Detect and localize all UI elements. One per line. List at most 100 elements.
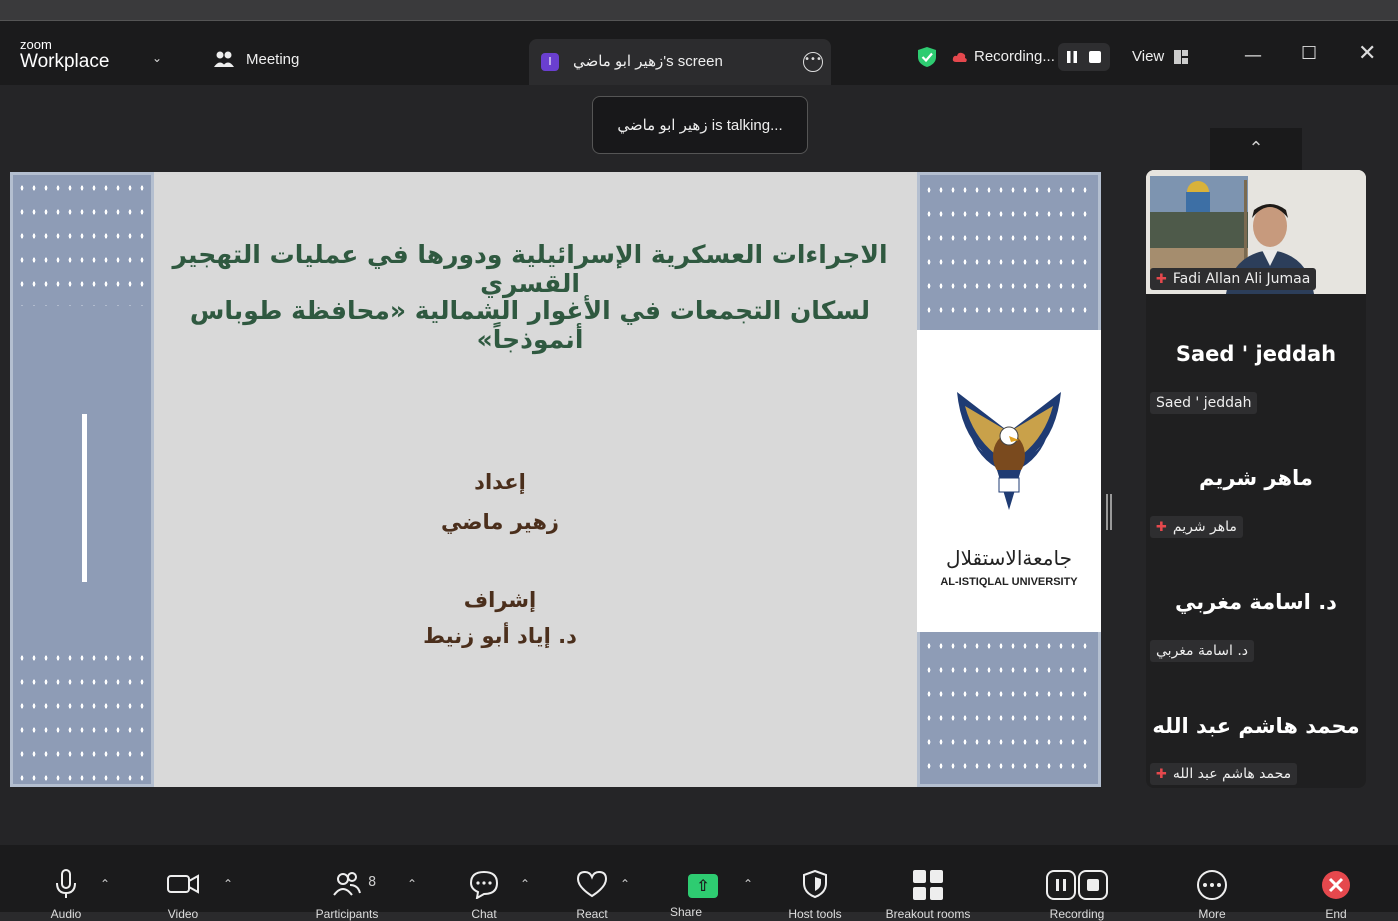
participant-name: Fadi Allan Ali Jumaa xyxy=(1172,271,1311,287)
slide-title-line-1: الاجراءات العسكرية الإسرائيلية ودورها في… xyxy=(172,240,888,298)
chat-label: Chat xyxy=(471,907,497,921)
react-options-caret[interactable]: ⌃ xyxy=(620,877,630,891)
participants-count: 8 xyxy=(368,875,377,890)
chat-button[interactable]: Chat xyxy=(469,869,499,921)
participant-name: ماهر شريم xyxy=(1172,519,1237,535)
participant-tag: ✚ ماهر شريم xyxy=(1150,516,1243,538)
participant-tile-name: د. اسامة مغربي xyxy=(1175,590,1337,614)
university-name-english: AL-ISTIQLAL UNIVERSITY xyxy=(940,576,1078,588)
more-options-icon xyxy=(1197,870,1227,900)
participant-tag: د. اسامة مغربي xyxy=(1150,640,1255,662)
recording-control-button[interactable]: Recording xyxy=(1046,869,1108,921)
slide-dot-pattern-bottom-left xyxy=(16,646,148,782)
grid-view-icon xyxy=(1174,49,1189,64)
participant-name: د. اسامة مغربي xyxy=(1156,643,1249,659)
sharer-avatar: I xyxy=(541,53,559,71)
cloud-record-icon xyxy=(952,52,967,62)
muted-mic-icon: ✚ xyxy=(1156,766,1167,782)
heart-icon xyxy=(576,870,608,898)
audio-button[interactable]: Audio xyxy=(51,869,81,921)
chat-icon xyxy=(469,870,499,900)
stop-icon[interactable] xyxy=(1088,50,1102,64)
chevron-down-icon[interactable]: ⌄ xyxy=(152,51,162,65)
host-tools-label: Host tools xyxy=(788,907,842,921)
supervisor-name: د. إياد أبو زنيط xyxy=(423,624,577,648)
more-button[interactable]: More xyxy=(1196,869,1228,921)
maximize-icon[interactable]: ☐ xyxy=(1301,43,1317,64)
host-shield-icon xyxy=(803,869,827,899)
participants-thumbnail-panel: ✚ Fadi Allan Ali Jumaa Saed ' jeddah Sae… xyxy=(1146,170,1366,788)
prepared-by-label: إعداد xyxy=(474,470,526,494)
participants-button[interactable]: Participants xyxy=(316,869,378,921)
slide-dot-pattern-top-left xyxy=(16,176,148,306)
title-bar: zoom Workplace ⌄ Meeting I زهير ابو ماضي… xyxy=(0,20,1398,87)
participant-tag: Saed ' jeddah xyxy=(1150,392,1258,414)
audio-options-caret[interactable]: ⌃ xyxy=(100,877,110,891)
participant-tile-name: Saed ' jeddah xyxy=(1175,342,1337,366)
slide-accent-bar xyxy=(82,414,87,582)
supervision-label: إشراف xyxy=(463,588,537,612)
chat-options-caret[interactable]: ⌃ xyxy=(520,877,530,891)
recording-controls xyxy=(1058,43,1110,71)
slide-dot-pattern-top-right xyxy=(923,178,1095,328)
split-resize-handle[interactable] xyxy=(1106,494,1112,530)
participants-icon xyxy=(333,872,361,896)
brand-small: zoom xyxy=(20,37,52,52)
window-frame xyxy=(0,0,1398,20)
recording-indicator: Recording... xyxy=(952,48,1055,65)
participant-name: محمد هاشم عبد الله xyxy=(1172,766,1292,782)
author-name: زهير ماضي xyxy=(440,510,560,534)
react-label: React xyxy=(576,907,608,921)
breakout-rooms-button[interactable]: Breakout rooms xyxy=(886,869,970,921)
meeting-label: Meeting xyxy=(246,50,300,68)
muted-mic-icon: ✚ xyxy=(1156,271,1167,287)
university-name-arabic: جامعةالاستقلال xyxy=(946,546,1072,570)
participant-name: Saed ' jeddah xyxy=(1156,395,1252,411)
end-meeting-icon xyxy=(1322,871,1350,899)
participant-tag: ✚ Fadi Allan Ali Jumaa xyxy=(1150,268,1317,290)
share-label: Share xyxy=(669,905,703,919)
camera-icon xyxy=(167,874,199,894)
university-logo: جامعةالاستقلال AL-ISTIQLAL UNIVERSITY xyxy=(917,330,1101,632)
end-button[interactable]: End xyxy=(1320,869,1352,921)
recording-control-label: Recording xyxy=(1049,907,1105,921)
muted-mic-icon: ✚ xyxy=(1156,519,1167,535)
recording-label: Recording... xyxy=(974,48,1055,65)
share-screen-icon[interactable]: ⇧ xyxy=(688,874,718,898)
share-options-caret[interactable]: ⌃ xyxy=(743,877,753,891)
eagle-emblem-icon xyxy=(957,392,1061,510)
talking-indicator: زهير ابو ماضي is talking... xyxy=(592,96,808,154)
participant-tag: ✚ محمد هاشم عبد الله xyxy=(1150,763,1298,785)
people-icon xyxy=(214,51,234,67)
more-icon[interactable]: ••• xyxy=(803,52,823,72)
breakout-rooms-icon xyxy=(913,870,943,900)
video-label: Video xyxy=(167,907,199,921)
breakout-rooms-label: Breakout rooms xyxy=(885,907,971,921)
view-label: View xyxy=(1132,48,1165,65)
participant-tile-name: ماهر شريم xyxy=(1199,466,1313,490)
view-menu[interactable]: View xyxy=(1132,48,1189,65)
participants-label: Participants xyxy=(315,907,379,921)
shared-screen-title: زهير ابو ماضي's screen xyxy=(573,53,723,70)
close-icon[interactable]: ✕ xyxy=(1358,41,1376,66)
brand-big: Workplace xyxy=(20,51,110,72)
audio-label: Audio xyxy=(50,907,82,921)
minimize-icon[interactable]: — xyxy=(1244,45,1262,66)
participants-options-caret[interactable]: ⌃ xyxy=(407,877,417,891)
video-button[interactable]: Video xyxy=(166,869,200,921)
shield-check-icon[interactable] xyxy=(916,46,938,68)
video-options-caret[interactable]: ⌃ xyxy=(223,877,233,891)
more-label: More xyxy=(1198,907,1226,921)
shared-screen-tab[interactable]: I زهير ابو ماضي's screen ••• xyxy=(529,39,831,87)
microphone-icon xyxy=(56,869,76,898)
react-button[interactable]: React xyxy=(576,869,608,921)
slide-dot-pattern-bottom-right xyxy=(923,634,1095,784)
end-label: End xyxy=(1325,907,1347,921)
host-tools-button[interactable]: Host tools xyxy=(788,869,842,921)
slide-title-line-2: لسكان التجمعات في الأغوار الشمالية «محاف… xyxy=(189,296,871,354)
collapse-thumbnails-button[interactable]: ⌃ xyxy=(1210,128,1302,170)
zoom-logo: zoom Workplace xyxy=(20,37,110,73)
pause-icon[interactable] xyxy=(1065,50,1079,64)
meeting-menu[interactable]: Meeting xyxy=(214,50,299,68)
chevron-up-icon: ⌃ xyxy=(1248,138,1264,159)
